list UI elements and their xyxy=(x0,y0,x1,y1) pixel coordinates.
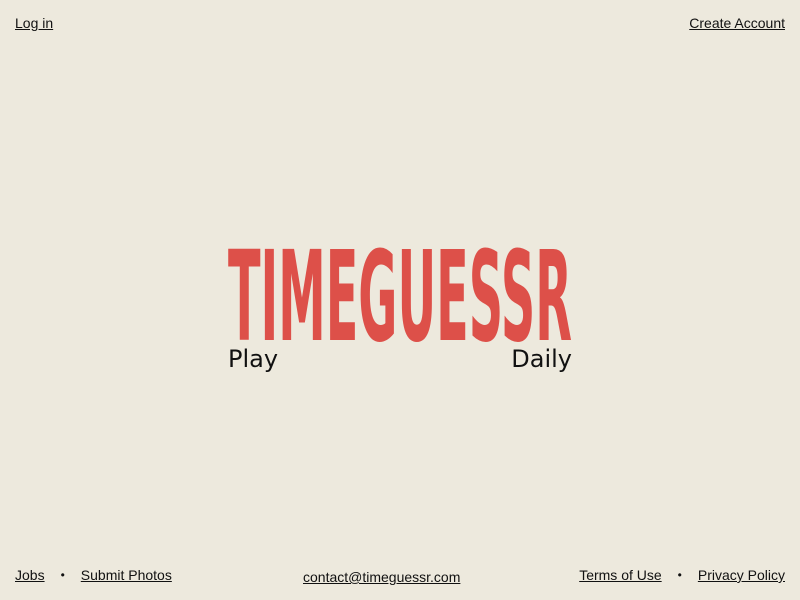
logo: TIMEGUESSR Play Daily xyxy=(228,217,572,377)
footer-right-links: Terms of Use • Privacy Policy xyxy=(579,567,785,583)
tagline-daily: Daily xyxy=(511,345,572,373)
tagline-play: Play xyxy=(228,345,279,373)
footer-contact: contact@timeguessr.com xyxy=(303,569,460,587)
terms-of-use-link[interactable]: Terms of Use xyxy=(579,567,661,583)
landing-page: Log in Create Account TIMEGUESSR Play Da… xyxy=(0,0,800,600)
submit-photos-link[interactable]: Submit Photos xyxy=(81,567,172,583)
privacy-policy-link[interactable]: Privacy Policy xyxy=(698,567,785,583)
footer-left-links: Jobs • Submit Photos xyxy=(15,567,172,583)
jobs-link[interactable]: Jobs xyxy=(15,567,45,583)
logo-wordmark: TIMEGUESSR xyxy=(228,225,572,343)
contact-email-link[interactable]: contact@timeguessr.com xyxy=(303,569,460,585)
create-account-link[interactable]: Create Account xyxy=(689,15,785,31)
footer-separator: • xyxy=(677,568,682,582)
footer-separator: • xyxy=(60,568,65,582)
login-link[interactable]: Log in xyxy=(15,15,53,31)
logo-wordmark-text: TIMEGUESSR xyxy=(228,225,572,343)
